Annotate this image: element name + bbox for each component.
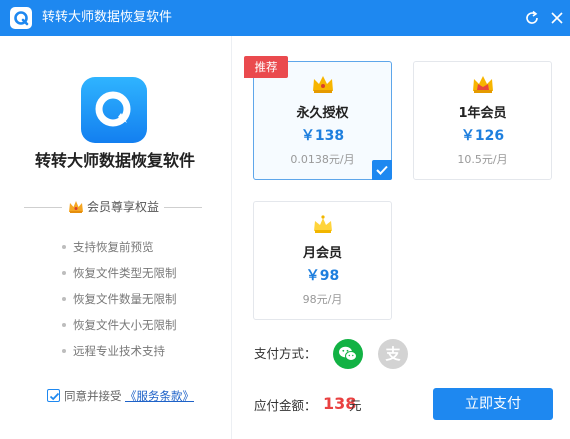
amount-label: 应付金额：: [254, 398, 317, 413]
plan-per-month: 10.5元/月: [457, 153, 508, 166]
plan-card-lifetime[interactable]: 推荐 永久授权 ￥138 0.0138元/月: [244, 56, 392, 180]
app-icon: [81, 77, 147, 143]
plan-name: 月会员: [302, 246, 342, 261]
amount-unit: 元: [349, 398, 362, 413]
plan-price: ￥98: [305, 268, 340, 284]
plan-card-yearly[interactable]: 1年会员 ￥126 10.5元/月: [413, 61, 552, 180]
plan-name: 1年会员: [458, 106, 507, 121]
plan-name: 永久授权: [296, 106, 349, 121]
benefits-title: 会员尊享权益: [87, 200, 160, 214]
left-panel: 转转大师数据恢复软件 会员尊享权益 支持恢复前预览 恢复文件类型无限制 恢复文件…: [0, 36, 232, 439]
crown-red-icon: [471, 73, 495, 95]
close-icon[interactable]: [547, 8, 567, 28]
wechat-pay-icon[interactable]: [333, 339, 363, 369]
benefit-item: 远程专业技术支持: [62, 338, 177, 364]
benefits-header: 会员尊享权益: [24, 199, 202, 215]
agree-checkbox[interactable]: [47, 389, 60, 402]
alipay-glyph: 支: [385, 345, 401, 363]
crown-gold-icon: [311, 73, 335, 95]
benefit-item: 恢复文件大小无限制: [62, 312, 177, 338]
benefit-item: 恢复文件数量无限制: [62, 286, 177, 312]
divider: [164, 207, 202, 208]
plan-per-month: 0.0138元/月: [290, 153, 355, 166]
plan-per-month: 98元/月: [302, 293, 343, 306]
crown-icon: [68, 199, 84, 215]
selected-check-icon: [372, 160, 392, 180]
right-panel: 推荐 永久授权 ￥138 0.0138元/月 1年会员 ￥126 10.5元/月…: [232, 36, 570, 439]
app-logo-icon: [10, 7, 32, 29]
payment-label: 支付方式：: [254, 346, 317, 361]
app-name: 转转大师数据恢复软件: [34, 151, 195, 170]
terms-link[interactable]: 《服务条款》: [125, 388, 194, 404]
pay-now-button[interactable]: 立即支付: [433, 388, 553, 420]
alipay-icon[interactable]: 支: [378, 339, 408, 369]
benefits-list: 支持恢复前预览 恢复文件类型无限制 恢复文件数量无限制 恢复文件大小无限制 远程…: [62, 234, 177, 364]
recommend-badge: 推荐: [244, 56, 288, 78]
agree-text: 同意并接受: [64, 389, 122, 403]
window-title: 转转大师数据恢复软件: [42, 10, 173, 25]
title-bar: 转转大师数据恢复软件: [0, 0, 570, 36]
divider: [24, 207, 62, 208]
plan-price: ￥138: [300, 128, 345, 144]
crown-yellow-icon: [311, 213, 335, 235]
plan-price: ￥126: [460, 128, 505, 144]
refresh-icon[interactable]: [522, 8, 542, 28]
plan-card-monthly[interactable]: 月会员 ￥98 98元/月: [253, 201, 392, 320]
benefit-item: 恢复文件类型无限制: [62, 260, 177, 286]
benefit-item: 支持恢复前预览: [62, 234, 177, 260]
